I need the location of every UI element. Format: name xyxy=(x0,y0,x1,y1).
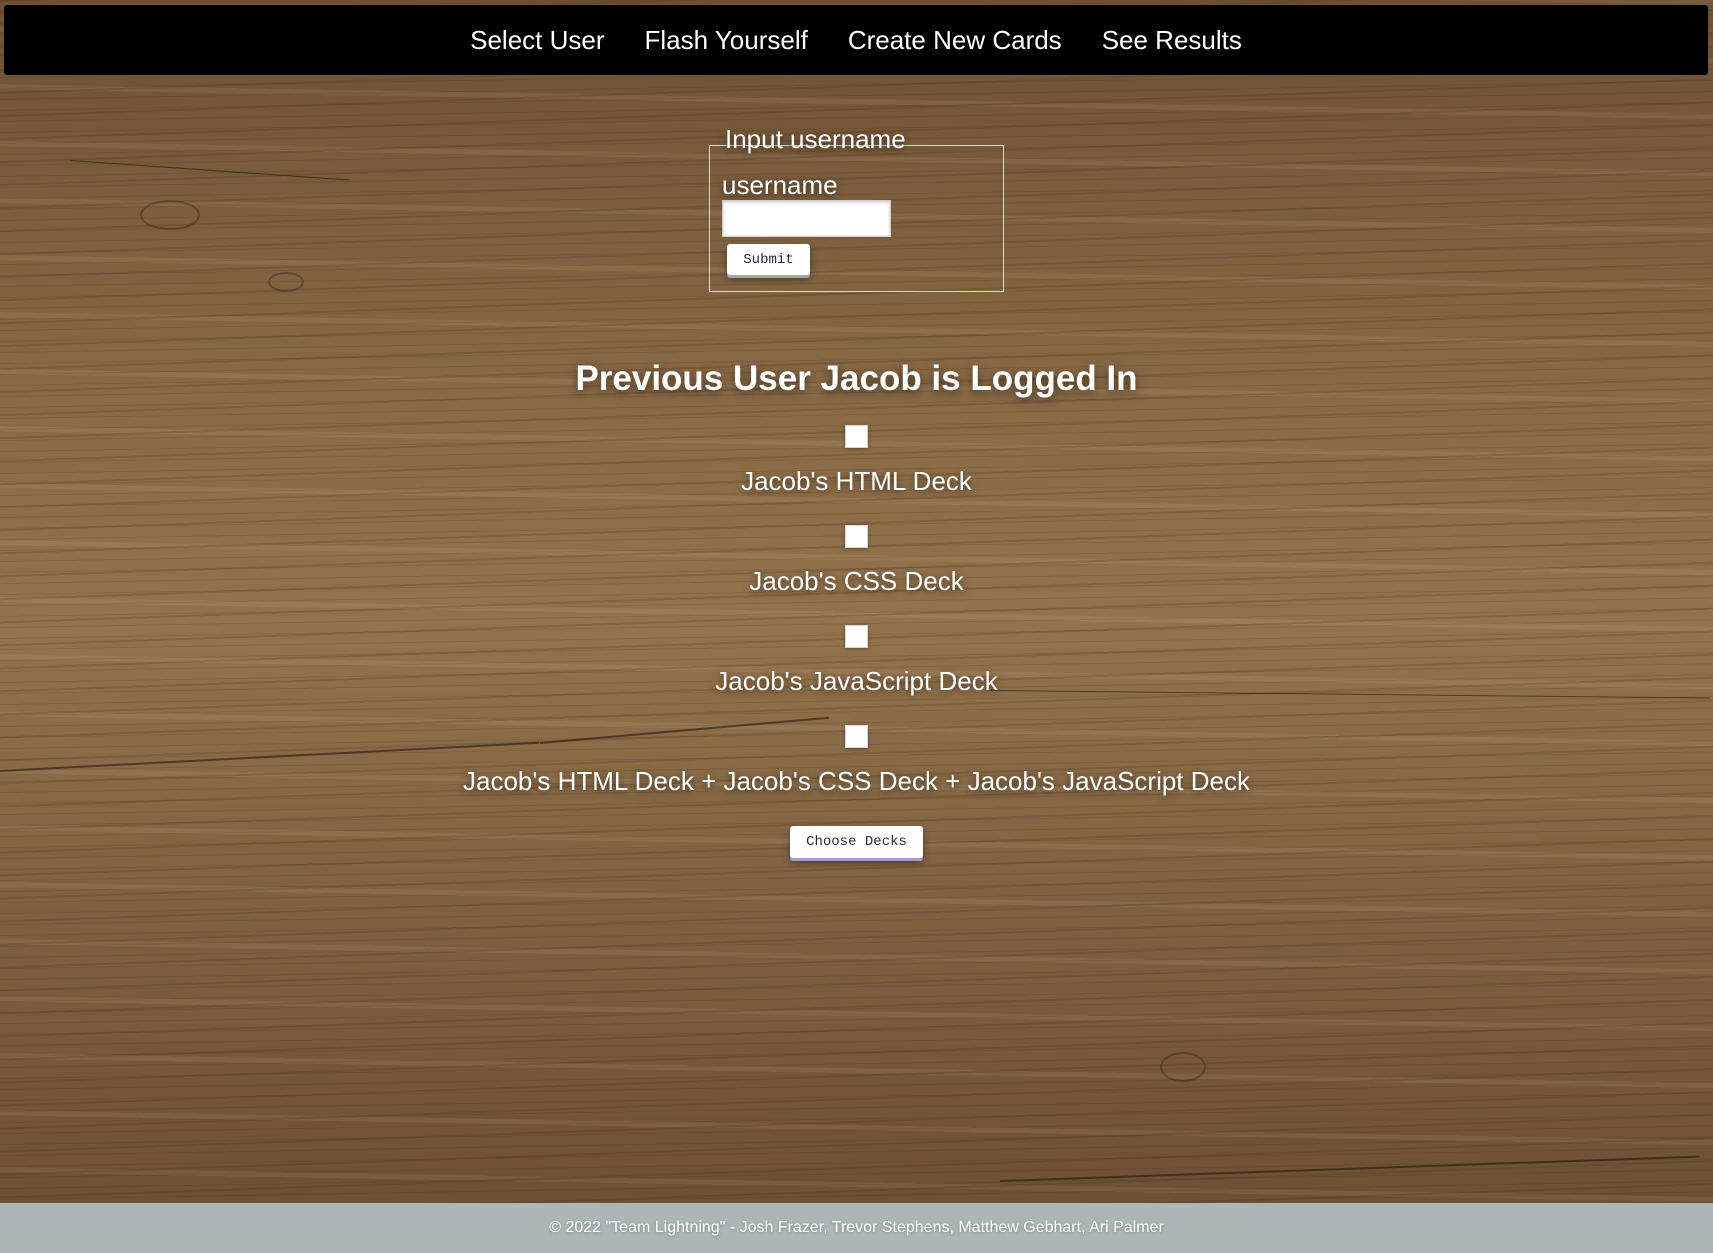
deck-checkbox-html[interactable] xyxy=(845,425,868,448)
wood-crack xyxy=(999,1155,1700,1182)
page-footer: © 2022 "Team Lightning" - Josh Frazer, T… xyxy=(0,1203,1713,1253)
wood-crack xyxy=(69,160,350,181)
username-input[interactable] xyxy=(722,200,891,237)
nav-create-new-cards[interactable]: Create New Cards xyxy=(848,25,1062,56)
nav-flash-yourself[interactable]: Flash Yourself xyxy=(645,25,808,56)
wood-knot xyxy=(140,200,200,230)
submit-button[interactable]: Submit xyxy=(727,244,810,275)
deck-label-all-decks: Jacob's HTML Deck + Jacob's CSS Deck + J… xyxy=(463,766,1250,796)
deck-label-javascript: Jacob's JavaScript Deck xyxy=(715,666,998,696)
username-label: username xyxy=(722,170,838,200)
previous-user-heading: Previous User Jacob is Logged In xyxy=(575,359,1138,398)
deck-label-html: Jacob's HTML Deck xyxy=(741,466,972,496)
deck-checkbox-all-decks[interactable] xyxy=(845,725,868,748)
nav-see-results[interactable]: See Results xyxy=(1102,25,1242,56)
deck-checkbox-css[interactable] xyxy=(845,525,868,548)
deck-checkbox-javascript[interactable] xyxy=(845,625,868,648)
footer-credits: © 2022 "Team Lightning" - Josh Frazer, T… xyxy=(549,1219,1164,1236)
fieldset-legend: Input username xyxy=(725,124,906,154)
deck-label-css: Jacob's CSS Deck xyxy=(749,566,964,596)
wood-knot xyxy=(1160,1052,1206,1082)
choose-decks-button[interactable]: Choose Decks xyxy=(790,826,923,858)
wood-crack xyxy=(539,716,829,744)
username-fieldset: Input username username Submit xyxy=(709,124,1004,292)
nav-select-user[interactable]: Select User xyxy=(470,25,604,56)
top-navbar: Select User Flash Yourself Create New Ca… xyxy=(4,5,1708,75)
wood-knot xyxy=(268,272,304,292)
